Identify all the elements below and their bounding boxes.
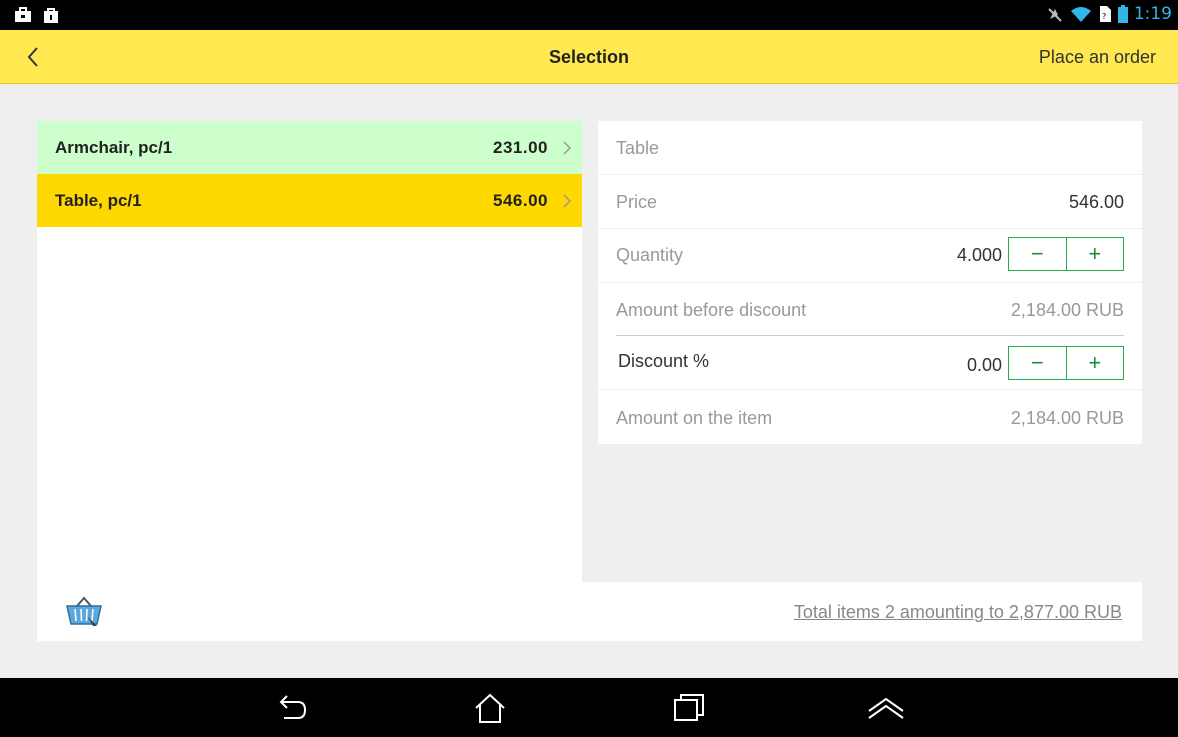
svg-text:?: ?	[1102, 12, 1106, 21]
chevron-right-icon	[563, 194, 572, 208]
quantity-value: 4.000	[956, 245, 1002, 265]
total-summary-link[interactable]: Total items 2 amounting to 2,877.00 RUB	[794, 602, 1122, 623]
basket-icon[interactable]	[65, 596, 103, 628]
briefcase-icon	[15, 7, 31, 22]
list-item[interactable]: Armchair, pc/1 231.00	[37, 121, 582, 174]
page-title: Selection	[548, 47, 630, 67]
nav-back-icon[interactable]	[272, 690, 312, 726]
items-list: Armchair, pc/1 231.00 Table, pc/1 546.00	[37, 121, 582, 582]
detail-quantity-row: Quantity 4.000 − +	[598, 229, 1142, 282]
sim-icon: ?	[1099, 6, 1111, 22]
amount-before-discount-label: Amount before discount	[616, 300, 807, 320]
discount-label: Discount %	[618, 351, 710, 371]
discount-increment-button[interactable]: +	[1065, 347, 1124, 379]
quantity-label: Quantity	[616, 245, 684, 265]
amount-before-discount-value: 2,184.00 RUB	[1010, 300, 1124, 320]
detail-price-row: Price 546.00	[598, 175, 1142, 228]
quantity-stepper: − +	[1008, 237, 1124, 271]
price-label: Price	[616, 192, 658, 212]
chevron-right-icon	[563, 141, 572, 155]
item-price: 546.00	[493, 190, 548, 210]
discount-stepper: − +	[1008, 346, 1124, 380]
list-item[interactable]: Table, pc/1 546.00	[37, 174, 582, 227]
system-nav-bar	[0, 678, 1178, 737]
nav-up-icon[interactable]	[866, 690, 906, 726]
place-order-button[interactable]: Place an order	[1039, 47, 1156, 68]
price-value: 546.00	[1068, 192, 1124, 212]
detail-item-name-row: Table	[598, 121, 1142, 174]
app-header: Selection Place an order	[0, 30, 1178, 84]
detail-item-name: Table	[616, 138, 660, 158]
amount-on-item-value: 2,184.00 RUB	[1010, 408, 1124, 428]
shopping-bag-icon	[44, 8, 58, 23]
amount-on-item-label: Amount on the item	[616, 408, 773, 428]
discount-decrement-button[interactable]: −	[1009, 347, 1066, 379]
battery-icon	[1117, 5, 1128, 23]
detail-discount-block: Amount before discount 2,184.00 RUB Disc…	[598, 283, 1142, 389]
discount-value: 0.00	[966, 355, 1002, 375]
status-bar: ? 1:19	[0, 0, 1178, 30]
nav-recent-icon[interactable]	[669, 690, 709, 726]
quantity-increment-button[interactable]: +	[1065, 238, 1124, 270]
divider	[616, 335, 1124, 336]
wifi-icon	[1070, 7, 1091, 22]
no-sound-icon	[1048, 8, 1062, 22]
item-name: Table, pc/1	[55, 190, 142, 210]
nav-home-icon[interactable]	[470, 690, 510, 726]
total-bar: Total items 2 amounting to 2,877.00 RUB	[37, 582, 1142, 641]
item-price: 231.00	[493, 137, 548, 157]
quantity-decrement-button[interactable]: −	[1009, 238, 1066, 270]
item-name: Armchair, pc/1	[55, 137, 173, 157]
detail-amount-row: Amount on the item 2,184.00 RUB	[598, 390, 1142, 444]
clock: 1:19	[1133, 4, 1172, 24]
